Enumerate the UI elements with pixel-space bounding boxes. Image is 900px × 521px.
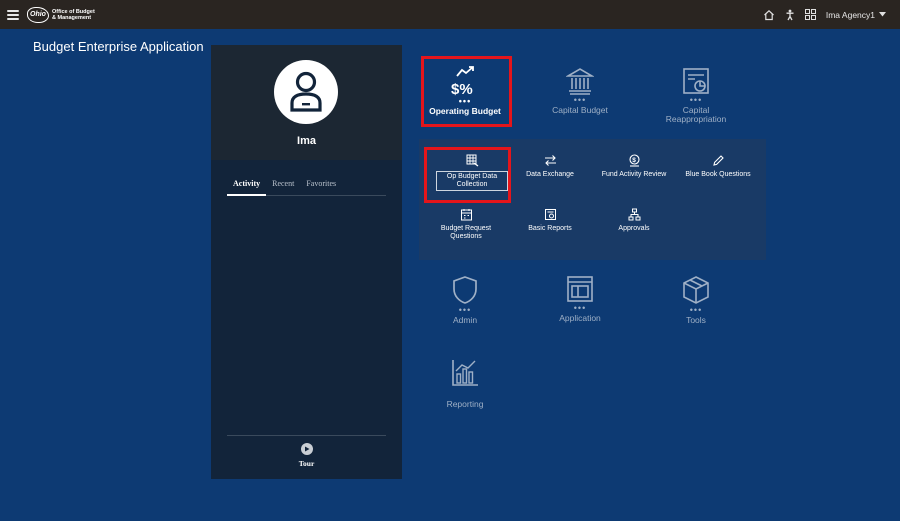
profile-panel: Ima Activity Recent Favorites Tour (211, 45, 402, 479)
user-name: Ima Agency1 (825, 9, 875, 20)
tile-label: Capital Budget (552, 105, 608, 115)
submenu-label: Data Exchange (526, 171, 574, 178)
tile-capital-budget[interactable]: ••• Capital Budget (535, 67, 625, 115)
tile-dots: ••• (573, 303, 587, 313)
highlight-box-operating-budget (421, 56, 512, 127)
shield-icon (453, 276, 477, 304)
tour-label: Tour (298, 459, 315, 468)
submenu-approvals[interactable]: Approvals (591, 208, 677, 233)
building-columns-icon (566, 68, 594, 95)
home-icon[interactable] (763, 9, 775, 21)
top-bar: Ohio Office of Budget & Management Ima A… (0, 0, 900, 29)
cube-icon (683, 276, 709, 304)
caret-down-icon (879, 12, 886, 17)
accessibility-icon[interactable] (785, 9, 795, 21)
tile-label: Capital Reappropriation (665, 105, 727, 124)
divider (227, 435, 386, 436)
submenu-label: Basic Reports (528, 225, 572, 232)
profile-tabs: Activity Recent Favorites (227, 178, 386, 196)
user-icon (290, 71, 322, 112)
tile-dots: ••• (573, 95, 587, 105)
profile-header: Ima (211, 45, 402, 160)
submenu-basic-reports[interactable]: Basic Reports (507, 208, 593, 233)
submenu-label: Blue Book Questions (685, 171, 751, 178)
logo-text: Office of Budget & Management (52, 8, 95, 21)
hamburger-menu-icon[interactable] (7, 9, 19, 20)
report-icon (544, 209, 556, 220)
avatar (274, 60, 338, 124)
profile-name: Ima (297, 135, 316, 147)
tile-label: Reporting (446, 399, 484, 409)
tab-favorites[interactable]: Favorites (300, 178, 342, 196)
top-right-controls: Ima Agency1 (763, 0, 886, 29)
submenu-fund-activity-review[interactable]: $ Fund Activity Review (591, 154, 677, 179)
tile-label: Admin (452, 315, 478, 325)
highlight-box-op-budget-data-collection (424, 147, 511, 203)
tile-dots: ••• (689, 95, 703, 105)
pencil-icon (712, 155, 724, 166)
report-chart-icon (683, 68, 709, 94)
submenu-data-exchange[interactable]: Data Exchange (507, 154, 593, 179)
logo-mark: Ohio (27, 6, 49, 23)
tile-dots: ••• (458, 305, 472, 315)
tile-application[interactable]: ••• Application (535, 275, 625, 323)
tab-activity[interactable]: Activity (227, 178, 267, 196)
tile-label: Tools (686, 315, 706, 325)
swap-arrows-icon (544, 155, 556, 166)
tile-tools[interactable]: ••• Tools (651, 275, 741, 325)
bar-chart-icon (452, 360, 478, 386)
calendar-grid-icon (460, 209, 472, 221)
user-menu[interactable]: Ima Agency1 (826, 10, 886, 20)
hierarchy-icon (628, 208, 640, 221)
svg-text:$: $ (632, 157, 636, 164)
window-layout-icon (567, 276, 593, 302)
apps-grid-icon[interactable] (804, 9, 816, 20)
tour-button[interactable]: Tour (211, 443, 402, 468)
submenu-label: Budget Request Questions (440, 225, 492, 240)
operating-budget-submenu: Op Budget Data Collection Data Exchange … (419, 139, 766, 260)
tile-dots: ••• (689, 305, 703, 315)
tab-recent[interactable]: Recent (266, 178, 300, 196)
submenu-label: Approvals (618, 225, 650, 232)
tile-reporting[interactable]: Reporting (420, 358, 510, 409)
play-icon (300, 443, 313, 455)
tile-label: Application (559, 313, 601, 323)
tile-capital-reappropriation[interactable]: ••• Capital Reappropriation (651, 67, 741, 124)
submenu-label: Fund Activity Review (601, 171, 667, 178)
obm-logo[interactable]: Ohio Office of Budget & Management (27, 6, 95, 23)
tile-admin[interactable]: ••• Admin (420, 275, 510, 325)
coin-icon: $ (628, 154, 640, 167)
app-title: Budget Enterprise Application (33, 39, 204, 54)
submenu-blue-book-questions[interactable]: Blue Book Questions (675, 154, 761, 179)
submenu-budget-request-questions[interactable]: Budget Request Questions (423, 208, 509, 241)
